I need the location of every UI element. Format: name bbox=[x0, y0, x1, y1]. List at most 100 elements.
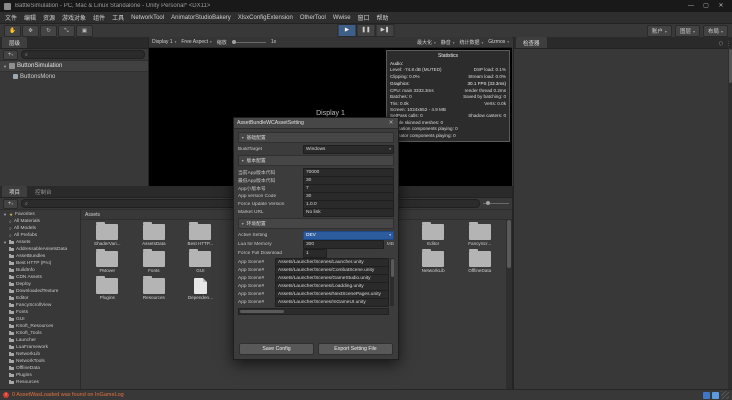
tree-folder-item[interactable]: FancyScrollView bbox=[0, 302, 80, 309]
activity-icon[interactable] bbox=[712, 391, 719, 399]
menu-item[interactable]: 编辑 bbox=[24, 13, 36, 22]
tree-folder-item[interactable]: LuaFramework bbox=[0, 344, 80, 351]
tree-folder-item[interactable]: KSoft_Tools bbox=[0, 330, 80, 337]
icon-size-slider[interactable] bbox=[483, 201, 509, 205]
tree-folder-item[interactable]: Resources bbox=[0, 379, 80, 386]
tree-folder-item[interactable]: Editor bbox=[0, 295, 80, 302]
tree-folder-item[interactable]: OfflineData bbox=[0, 365, 80, 372]
scene-path-input[interactable]: Assets/Launcher/Scenes/InGameUI.unity bbox=[275, 297, 389, 307]
asset-item[interactable]: FMover bbox=[85, 248, 130, 273]
tree-folder-item[interactable]: Deploy bbox=[0, 281, 80, 288]
asset-item[interactable]: FancyScr... bbox=[457, 221, 502, 246]
foldout-arrow-icon[interactable]: ▼ bbox=[3, 240, 7, 245]
menu-item[interactable]: 文件 bbox=[5, 13, 17, 22]
asset-item[interactable]: OfflineData bbox=[457, 248, 502, 273]
assets-root[interactable]: ▼ Assets bbox=[0, 239, 80, 246]
tab-console[interactable]: 控制台 bbox=[28, 186, 59, 197]
pause-button[interactable]: ❚❚ bbox=[356, 24, 376, 37]
toolbar-dropdown[interactable]: 布局 bbox=[702, 24, 728, 37]
lua-memory-input[interactable]: 300 bbox=[303, 239, 384, 249]
tree-folder-item[interactable]: Best HTTP (Pro) bbox=[0, 260, 80, 267]
build-target-dropdown[interactable]: Windows bbox=[303, 144, 394, 154]
asset-item[interactable]: Fonts bbox=[132, 248, 177, 273]
favorite-item[interactable]: ⌕ All Materials bbox=[0, 218, 80, 225]
asset-item[interactable]: AssetsData bbox=[132, 221, 177, 246]
create-asset-button[interactable]: + bbox=[3, 198, 18, 209]
menu-item[interactable]: 组件 bbox=[93, 13, 105, 22]
toolbar-dropdown[interactable]: 图层 bbox=[674, 24, 700, 37]
hierarchy-item[interactable]: ButtonsMono bbox=[0, 72, 148, 81]
project-scrollbar[interactable] bbox=[506, 219, 512, 390]
gameview-toggle-button[interactable]: 静音 bbox=[441, 39, 455, 46]
force-download-input[interactable]: 1 bbox=[303, 248, 327, 258]
tree-folder-item[interactable]: BuildInfo bbox=[0, 267, 80, 274]
maximize-button[interactable]: ▢ bbox=[699, 1, 713, 11]
tree-folder-item[interactable]: AddressableAssetsData bbox=[0, 246, 80, 253]
favorites-header[interactable]: ▼ ★ Favorites bbox=[0, 211, 80, 218]
field-input[interactable]: No link bbox=[303, 207, 394, 217]
error-icon[interactable] bbox=[3, 392, 9, 398]
kebab-menu-icon[interactable]: ⋮ bbox=[726, 41, 731, 47]
asset-item[interactable]: GUI bbox=[178, 248, 223, 273]
section-version[interactable]: ▼ 版本配置 bbox=[238, 155, 394, 166]
transform-tool-button[interactable]: ✥ bbox=[22, 24, 39, 37]
menu-item[interactable]: 帮助 bbox=[377, 13, 389, 22]
menu-item[interactable]: 资源 bbox=[43, 13, 55, 22]
transform-tool-button[interactable]: ↻ bbox=[40, 24, 57, 37]
tree-folder-item[interactable]: KSoft_Resources bbox=[0, 323, 80, 330]
tab-hierarchy[interactable]: 层级 bbox=[2, 37, 28, 48]
menu-item[interactable]: 窗口 bbox=[358, 13, 370, 22]
asset-item[interactable]: Plugins bbox=[85, 275, 130, 300]
menu-item[interactable]: AnimatorStudioBakery bbox=[171, 15, 231, 21]
console-status-message[interactable]: 0 AssetWasLoaded was found on InGameLog bbox=[12, 392, 124, 398]
asset-item[interactable]: Editor bbox=[411, 221, 456, 246]
section-build[interactable]: ▼ 基础配置 bbox=[238, 132, 394, 143]
asset-item[interactable]: NetworkLib bbox=[411, 248, 456, 273]
scene-list-scrollbar[interactable] bbox=[390, 258, 394, 306]
play-button[interactable]: ▶ bbox=[337, 24, 357, 37]
tree-folder-item[interactable]: AssetBundles bbox=[0, 253, 80, 260]
gameview-toggle-button[interactable]: 最大化 bbox=[417, 39, 436, 46]
scale-slider[interactable] bbox=[231, 39, 266, 44]
tree-folder-item[interactable]: DownloadedTexture bbox=[0, 288, 80, 295]
hierarchy-search-input[interactable]: ⌕ bbox=[21, 50, 145, 59]
favorite-item[interactable]: ⌕ All Prefabs bbox=[0, 232, 80, 239]
collab-icon[interactable] bbox=[703, 391, 710, 399]
toolbar-dropdown[interactable]: 账户 bbox=[646, 24, 672, 37]
aspect-dropdown[interactable]: Free Aspect bbox=[181, 39, 211, 45]
menu-item[interactable]: 工具 bbox=[112, 13, 124, 22]
asset-item[interactable]: Dependen... bbox=[178, 278, 223, 300]
menu-item[interactable]: Wwise bbox=[333, 15, 351, 21]
minimize-button[interactable]: — bbox=[684, 1, 698, 11]
menu-item[interactable]: 游戏对象 bbox=[62, 13, 86, 22]
horizontal-scrollbar[interactable] bbox=[238, 308, 389, 315]
scene-row[interactable]: ▼ ButtonSimulation bbox=[0, 61, 148, 72]
active-setting-dropdown[interactable]: DEV bbox=[303, 230, 394, 240]
export-setting-button[interactable]: Export Setting File bbox=[318, 343, 393, 355]
gameview-toggle-button[interactable]: 统计数据 bbox=[460, 39, 484, 46]
tab-project[interactable]: 项目 bbox=[2, 186, 28, 197]
resize-grip-icon[interactable] bbox=[721, 391, 729, 399]
menu-item[interactable]: XlsxConfigExtension bbox=[238, 15, 293, 21]
close-button[interactable]: ✕ bbox=[714, 1, 728, 11]
tab-inspector[interactable]: 检查器 bbox=[516, 37, 547, 48]
menu-item[interactable]: NetworkTool bbox=[131, 15, 164, 21]
foldout-arrow-icon[interactable]: ▼ bbox=[3, 64, 7, 69]
create-button[interactable]: + bbox=[3, 49, 18, 60]
slider-knob-icon[interactable] bbox=[486, 201, 490, 205]
gameview-toggle-button[interactable]: Gizmos bbox=[488, 39, 509, 46]
tree-folder-item[interactable]: NetworkTools bbox=[0, 358, 80, 365]
menu-item[interactable]: OtherTool bbox=[300, 15, 326, 21]
tree-folder-item[interactable]: CDN Assets bbox=[0, 274, 80, 281]
foldout-arrow-icon[interactable]: ▼ bbox=[3, 212, 7, 217]
tree-folder-item[interactable]: Plugins bbox=[0, 372, 80, 379]
asset-item[interactable]: Best HTTP... bbox=[178, 221, 223, 246]
transform-tool-button[interactable]: ▣ bbox=[76, 24, 93, 37]
save-config-button[interactable]: Save Config bbox=[239, 343, 314, 355]
inspector-scrollbar[interactable] bbox=[728, 48, 732, 390]
favorite-item[interactable]: ⌕ All Models bbox=[0, 225, 80, 232]
section-config[interactable]: ▼ 环境配置 bbox=[238, 218, 394, 229]
asset-item[interactable]: ShaderVari... bbox=[85, 221, 130, 246]
tree-folder-item[interactable]: GUI bbox=[0, 316, 80, 323]
tree-folder-item[interactable]: NetworkLib bbox=[0, 351, 80, 358]
